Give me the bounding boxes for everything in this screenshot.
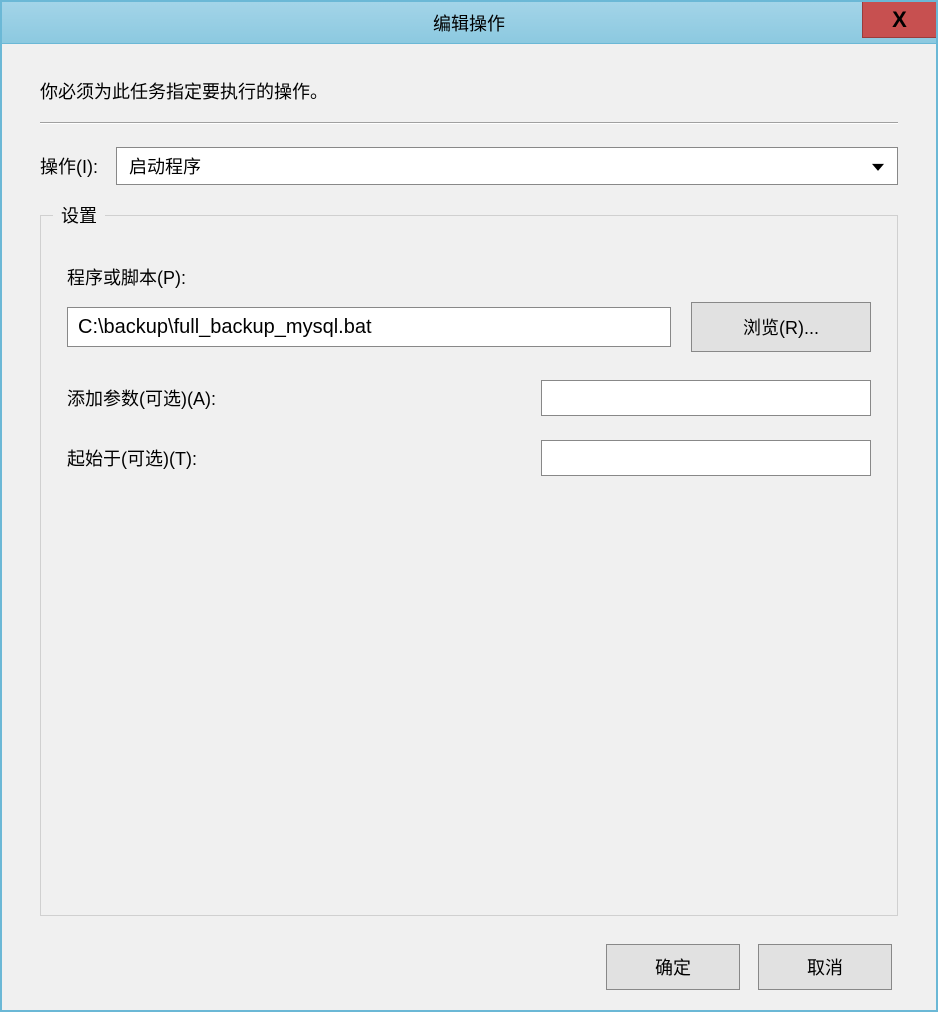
action-label: 操作(I): bbox=[40, 153, 98, 179]
program-label: 程序或脚本(P): bbox=[67, 264, 871, 290]
settings-fieldset: 设置 程序或脚本(P): 浏览(R)... 添加参数(可选)(A): 起始于(可… bbox=[40, 215, 898, 916]
action-dropdown-wrapper: 启动程序 bbox=[116, 147, 898, 185]
program-input[interactable] bbox=[67, 307, 671, 347]
action-dropdown[interactable]: 启动程序 bbox=[116, 147, 898, 185]
ok-button[interactable]: 确定 bbox=[606, 944, 740, 990]
arguments-input[interactable] bbox=[541, 380, 871, 416]
arguments-label: 添加参数(可选)(A): bbox=[67, 385, 541, 411]
program-group: 程序或脚本(P): 浏览(R)... bbox=[67, 264, 871, 352]
close-icon: X bbox=[892, 7, 907, 33]
instruction-text: 你必须为此任务指定要执行的操作。 bbox=[40, 78, 898, 123]
close-button[interactable]: X bbox=[862, 2, 936, 38]
start-in-input[interactable] bbox=[541, 440, 871, 476]
settings-legend: 设置 bbox=[53, 202, 105, 228]
start-in-row: 起始于(可选)(T): bbox=[67, 440, 871, 476]
footer: 确定 取消 bbox=[40, 944, 898, 990]
edit-action-dialog: 编辑操作 X 你必须为此任务指定要执行的操作。 操作(I): 启动程序 设置 程… bbox=[0, 0, 938, 1012]
arguments-row: 添加参数(可选)(A): bbox=[67, 380, 871, 416]
titlebar: 编辑操作 X bbox=[2, 2, 936, 44]
action-row: 操作(I): 启动程序 bbox=[40, 147, 898, 185]
cancel-button[interactable]: 取消 bbox=[758, 944, 892, 990]
action-dropdown-value: 启动程序 bbox=[129, 153, 201, 179]
start-in-label: 起始于(可选)(T): bbox=[67, 445, 541, 471]
content-area: 你必须为此任务指定要执行的操作。 操作(I): 启动程序 设置 程序或脚本(P)… bbox=[2, 44, 936, 1010]
browse-button[interactable]: 浏览(R)... bbox=[691, 302, 871, 352]
window-title: 编辑操作 bbox=[433, 10, 505, 36]
program-row: 浏览(R)... bbox=[67, 302, 871, 352]
